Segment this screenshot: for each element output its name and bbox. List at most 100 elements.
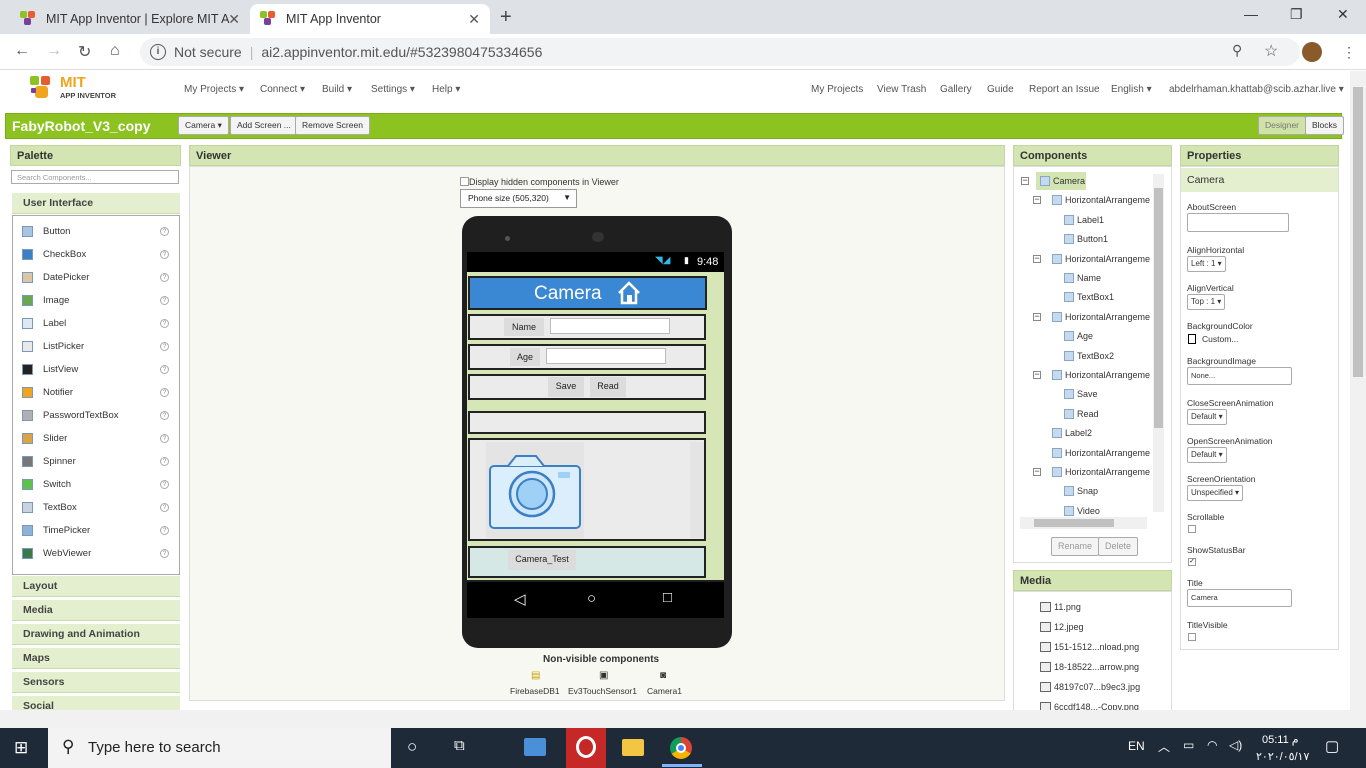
nonvisible-camera[interactable]: Camera1 xyxy=(647,686,682,696)
file-explorer-icon[interactable] xyxy=(622,739,644,756)
category-maps[interactable]: Maps xyxy=(12,648,180,669)
component-node[interactable]: HorizontalArrangeme xyxy=(1052,311,1150,322)
help-icon[interactable]: ? xyxy=(160,295,169,305)
palette-item-webviewer[interactable]: WebViewer? xyxy=(22,545,169,561)
scrollable-checkbox[interactable] xyxy=(1188,525,1196,533)
palette-item-spinner[interactable]: Spinner? xyxy=(22,453,169,469)
collapse-toggle-icon[interactable]: − xyxy=(1033,311,1041,321)
browser-tab-explore[interactable]: MIT App Inventor | Explore MIT A ✕ xyxy=(10,4,250,34)
minimize-window-button[interactable]: — xyxy=(1244,6,1258,22)
category-layout[interactable]: Layout xyxy=(12,576,180,597)
add-screen-button[interactable]: Add Screen ... xyxy=(230,116,298,135)
help-icon[interactable]: ? xyxy=(160,433,169,443)
media-file[interactable]: 12.jpeg xyxy=(1040,622,1084,632)
link-gallery[interactable]: Gallery xyxy=(940,84,972,95)
zoom-icon[interactable]: ⚲ xyxy=(1232,42,1242,59)
mit-app-inventor-logo[interactable]: MIT APP INVENTOR xyxy=(28,74,123,104)
link-my-projects[interactable]: My Projects xyxy=(811,84,863,95)
link-view-trash[interactable]: View Trash xyxy=(877,84,926,95)
screen-orientation-select[interactable]: Unspecified ▾ xyxy=(1187,485,1244,501)
close-animation-select[interactable]: Default ▾ xyxy=(1187,409,1227,425)
palette-item-checkbox[interactable]: CheckBox? xyxy=(22,246,169,262)
category-media[interactable]: Media xyxy=(12,600,180,621)
house-icon[interactable] xyxy=(616,280,642,306)
component-node[interactable]: HorizontalArrangeme xyxy=(1052,370,1150,380)
palette-item-textbox[interactable]: TextBox? xyxy=(22,499,169,515)
close-tab-icon[interactable]: ✕ xyxy=(468,11,480,28)
help-icon[interactable]: ? xyxy=(160,341,169,351)
component-node[interactable]: HorizontalArrangeme xyxy=(1052,447,1150,458)
nonvisible-firebase[interactable]: FirebaseDB1 xyxy=(510,686,560,696)
designer-button[interactable]: Designer xyxy=(1258,116,1307,135)
component-node[interactable]: Read xyxy=(1064,408,1099,419)
opera-taskbar-button[interactable] xyxy=(566,728,606,768)
help-icon[interactable]: ? xyxy=(160,548,169,558)
home-icon[interactable]: ⌂ xyxy=(110,42,120,60)
component-node[interactable]: Label2 xyxy=(1052,428,1092,439)
collapse-toggle-icon[interactable]: − xyxy=(1033,467,1041,476)
account-dropdown[interactable]: abdelrhaman.khattab@scib.azhar.live ▾ xyxy=(1169,84,1344,95)
category-user-interface[interactable]: User Interface xyxy=(12,193,180,214)
link-guide[interactable]: Guide xyxy=(987,84,1014,95)
help-icon[interactable]: ? xyxy=(160,456,169,466)
forward-arrow-icon[interactable]: → xyxy=(46,42,62,60)
collapse-toggle-icon[interactable]: − xyxy=(1033,253,1041,263)
save-button[interactable]: Save xyxy=(548,377,584,397)
read-button[interactable]: Read xyxy=(590,377,626,397)
nonvisible-ev3[interactable]: Ev3TouchSensor1 xyxy=(568,686,637,696)
menu-build[interactable]: Build ▾ xyxy=(322,84,352,95)
palette-item-label[interactable]: Label? xyxy=(22,315,169,331)
component-node[interactable]: HorizontalArrangeme xyxy=(1052,467,1150,477)
battery-tray-icon[interactable]: ▭ xyxy=(1183,738,1194,752)
tray-chevron-icon[interactable]: ︿ xyxy=(1158,738,1170,755)
bookmark-star-icon[interactable]: ☆ xyxy=(1264,41,1278,61)
close-window-button[interactable]: ✕ xyxy=(1337,6,1349,23)
palette-item-notifier[interactable]: Notifier? xyxy=(22,384,169,400)
category-sensors[interactable]: Sensors xyxy=(12,672,180,693)
clock-date[interactable]: ٢٠٢٠/٠٥/١٧ xyxy=(1256,750,1309,763)
component-node[interactable]: Age xyxy=(1064,331,1093,342)
page-scrollbar[interactable] xyxy=(1350,71,1366,728)
component-node[interactable]: Camera xyxy=(1040,176,1085,186)
help-icon[interactable]: ? xyxy=(160,525,169,535)
age-textbox[interactable] xyxy=(546,348,666,364)
delete-button[interactable]: Delete xyxy=(1098,537,1139,556)
palette-item-datepicker[interactable]: DatePicker? xyxy=(22,269,169,285)
clock-time[interactable]: 05:11 م xyxy=(1262,733,1299,746)
browser-tab-app-inventor[interactable]: MIT App Inventor ✕ xyxy=(250,4,490,34)
help-icon[interactable]: ? xyxy=(160,387,169,397)
wifi-tray-icon[interactable]: ◠ xyxy=(1207,738,1217,752)
close-tab-icon[interactable]: ✕ xyxy=(228,11,240,28)
palette-item-listview[interactable]: ListView? xyxy=(22,361,169,377)
help-icon[interactable]: ? xyxy=(160,410,169,420)
home-circle-icon[interactable]: ○ xyxy=(587,590,596,607)
about-screen-textarea[interactable] xyxy=(1187,213,1289,232)
cortana-icon[interactable]: ○ xyxy=(407,737,417,757)
align-horizontal-select[interactable]: Left : 1 ▾ xyxy=(1187,256,1226,272)
help-icon[interactable]: ? xyxy=(160,364,169,374)
desktop-app-icon[interactable] xyxy=(524,738,546,756)
name-textbox[interactable] xyxy=(550,318,670,334)
site-info-icon[interactable]: i xyxy=(150,44,166,60)
display-hidden-checkbox[interactable] xyxy=(460,177,469,186)
new-tab-button[interactable]: + xyxy=(500,6,512,29)
component-node[interactable]: Name xyxy=(1064,273,1101,283)
component-node[interactable]: Label1 xyxy=(1064,214,1104,225)
remove-screen-button[interactable]: Remove Screen xyxy=(295,116,370,135)
component-node[interactable]: HorizontalArrangeme xyxy=(1052,195,1150,206)
background-image-field[interactable]: None... xyxy=(1187,367,1292,385)
media-file[interactable]: 18-18522...arrow.png xyxy=(1040,662,1139,672)
component-node[interactable]: Save xyxy=(1064,389,1098,400)
palette-item-passwordtextbox[interactable]: PasswordTextBox? xyxy=(22,407,169,423)
help-icon[interactable]: ? xyxy=(160,479,169,489)
camera-test-button[interactable]: Camera_Test xyxy=(508,550,576,570)
component-node[interactable]: Video xyxy=(1064,505,1100,516)
recents-square-icon[interactable]: □ xyxy=(663,589,672,606)
screen-select-dropdown[interactable]: Camera ▾ xyxy=(178,116,229,135)
language-indicator[interactable]: EN xyxy=(1128,739,1145,753)
title-visible-checkbox[interactable] xyxy=(1188,633,1196,641)
link-report-issue[interactable]: Report an Issue xyxy=(1029,84,1100,95)
phone-size-dropdown[interactable]: Phone size (505,320) ▼ xyxy=(460,189,577,208)
menu-connect[interactable]: Connect ▾ xyxy=(260,84,305,95)
collapse-toggle-icon[interactable]: − xyxy=(1033,195,1041,205)
